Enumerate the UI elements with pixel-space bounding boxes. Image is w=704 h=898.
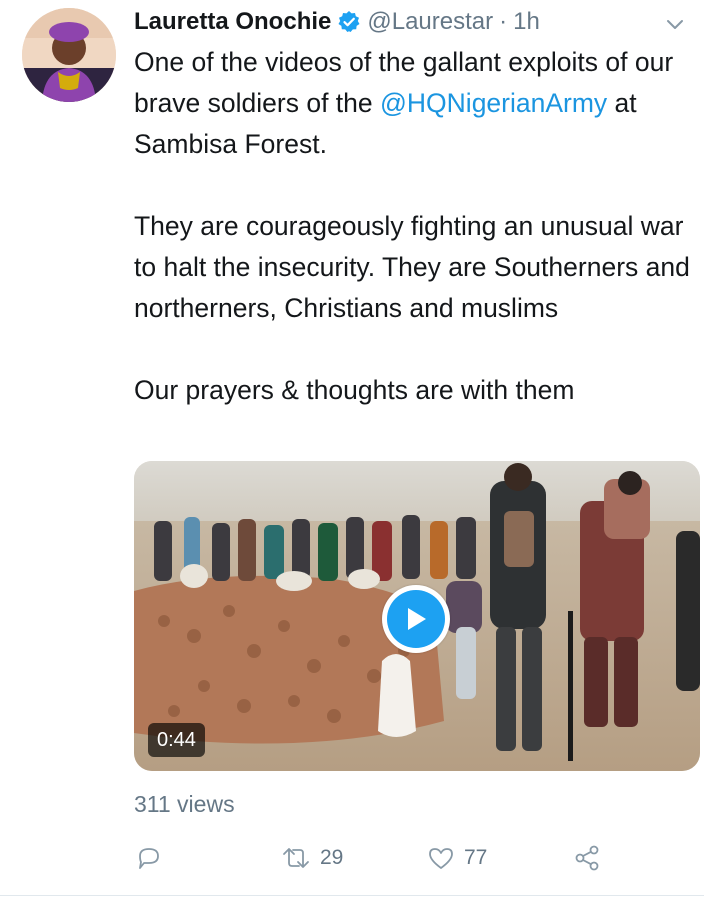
author-handle[interactable]: @Laurestar — [367, 8, 493, 36]
reply-button[interactable] — [134, 836, 164, 880]
tweet-text: One of the videos of the gallant exploit… — [134, 42, 700, 411]
video-player[interactable]: 0:44 — [134, 461, 700, 771]
tweet-paragraph-1: One of the videos of the gallant exploit… — [134, 42, 700, 165]
video-duration: 0:44 — [148, 723, 205, 757]
like-count: 77 — [464, 846, 488, 869]
tweet-time[interactable]: 1h — [513, 8, 540, 36]
divider — [0, 895, 704, 896]
avatar-image — [22, 8, 116, 102]
tweet-paragraph-3: Our prayers & thoughts are with them — [134, 375, 575, 405]
retweet-button[interactable]: 29 — [280, 836, 343, 880]
verified-badge-icon — [337, 10, 361, 34]
header-separator: · — [499, 8, 508, 35]
share-button[interactable] — [572, 836, 602, 880]
author-name[interactable]: Lauretta Onochie — [134, 8, 331, 36]
tweet-header: Lauretta Onochie @Laurestar · 1h — [134, 5, 694, 39]
like-button[interactable]: 77 — [426, 836, 487, 880]
view-count[interactable]: 311 views — [134, 791, 235, 818]
tweet-actions: 29 77 — [134, 836, 700, 880]
heart-icon — [426, 843, 456, 873]
play-icon — [387, 590, 445, 648]
retweet-count: 29 — [320, 846, 344, 869]
mention-link[interactable]: @HQNigerianArmy — [380, 88, 607, 118]
avatar[interactable] — [22, 8, 116, 102]
chevron-down-icon[interactable] — [664, 13, 686, 35]
reply-icon — [134, 843, 164, 873]
play-button[interactable] — [382, 585, 450, 653]
tweet-paragraph-2: They are courageously fighting an unusua… — [134, 211, 690, 323]
share-icon — [572, 843, 602, 873]
retweet-icon — [280, 843, 312, 873]
